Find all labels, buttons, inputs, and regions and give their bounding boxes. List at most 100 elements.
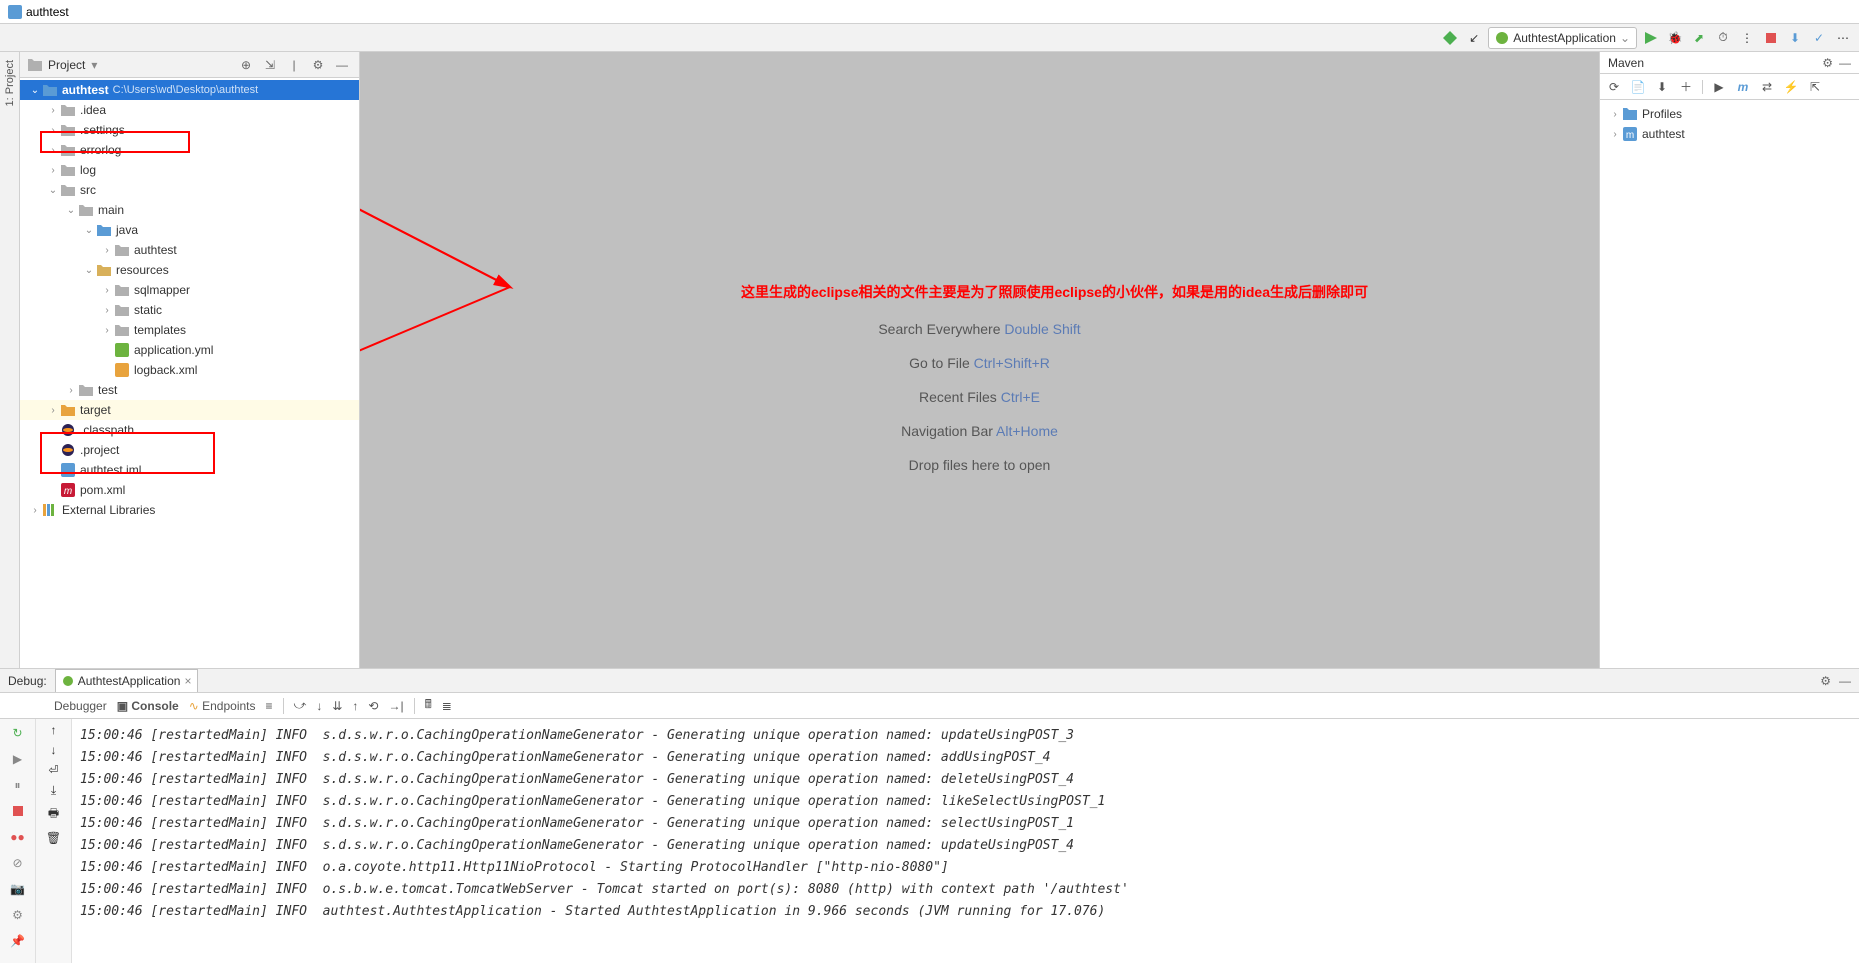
settings-icon[interactable]: ⚙ [8, 905, 28, 925]
stop-button[interactable] [1761, 28, 1781, 48]
print-icon[interactable]: 🖶 [48, 804, 59, 825]
project-folder-icon [28, 59, 42, 71]
hide-icon[interactable]: — [1839, 56, 1851, 70]
collapse-icon[interactable]: ⇱ [1807, 79, 1823, 95]
console-output[interactable]: 15:00:46 [restartedMain] INFO s.d.s.w.r.… [72, 719, 1859, 963]
tree-item-static[interactable]: ›static [20, 300, 359, 320]
debug-button[interactable]: 🐞 [1665, 28, 1685, 48]
drop-frame-icon[interactable]: ⟲ [368, 699, 378, 713]
trace-icon[interactable]: ≣ [442, 699, 452, 713]
hide-icon[interactable]: — [1839, 674, 1851, 688]
pause-icon[interactable]: ⏸ [8, 775, 28, 795]
profile-button[interactable]: ⏱ [1713, 28, 1733, 48]
target-icon[interactable]: ⊕ [237, 56, 255, 74]
tree-item-main[interactable]: ⌄main [20, 200, 359, 220]
coverage-button[interactable]: ⬈ [1689, 28, 1709, 48]
tree-item-log[interactable]: ›log [20, 160, 359, 180]
tree-item-test[interactable]: ›test [20, 380, 359, 400]
hint-navbar-kbd: Alt+Home [996, 423, 1058, 439]
git-update-button[interactable]: ⬇ [1785, 28, 1805, 48]
add-icon[interactable]: ＋ [1678, 79, 1694, 95]
toggle-icon[interactable]: ⇄ [1759, 79, 1775, 95]
m-icon[interactable]: m [1735, 79, 1751, 95]
tree-item-sqlmapper[interactable]: ›sqlmapper [20, 280, 359, 300]
console-tab[interactable]: ▣ Console [117, 699, 179, 713]
expand-icon[interactable]: ⇲ [261, 56, 279, 74]
tree-root[interactable]: ⌄authtestC:\Users\wd\Desktop\authtest [20, 80, 359, 100]
step-into-icon[interactable]: ↓ [316, 699, 322, 713]
more-button[interactable]: ⋯ [1833, 28, 1853, 48]
close-icon[interactable]: × [184, 674, 191, 688]
main-toolbar: ↙ AuthtestApplication ⌄ 🐞 ⬈ ⏱ ⋮ ⬇ ✓ ⋯ [0, 24, 1859, 52]
tree-item-resources[interactable]: ⌄resources [20, 260, 359, 280]
tree-item-target[interactable]: ›target [20, 400, 359, 420]
tree-item-application-yml[interactable]: application.yml [20, 340, 359, 360]
dots-button[interactable]: ⋮ [1737, 28, 1757, 48]
tree-item-java[interactable]: ⌄java [20, 220, 359, 240]
mute-icon[interactable]: ⊘ [8, 853, 28, 873]
gear-icon[interactable]: ⚙ [1822, 56, 1833, 70]
clear-icon[interactable]: 🗑 [46, 831, 61, 845]
step-over-icon[interactable]: ⤻ [294, 698, 307, 713]
folder-icon [114, 322, 130, 338]
tree-item-errorlog[interactable]: ›errorlog [20, 140, 359, 160]
stop-icon[interactable] [8, 801, 28, 821]
wrap-icon[interactable]: ⏎ [48, 763, 58, 777]
tree-item-authtest[interactable]: ›authtest [20, 240, 359, 260]
project-tree[interactable]: ⌄authtestC:\Users\wd\Desktop\authtest›.i… [20, 78, 359, 668]
lightning-icon[interactable]: ⚡ [1783, 79, 1799, 95]
run-config-selector[interactable]: AuthtestApplication ⌄ [1488, 27, 1637, 49]
git-commit-button[interactable]: ✓ [1809, 28, 1829, 48]
camera-icon[interactable]: 📷 [8, 879, 28, 899]
tree-item-External Libraries[interactable]: ›External Libraries [20, 500, 359, 520]
tree-item--project[interactable]: .project [20, 440, 359, 460]
up-icon[interactable]: ↑ [51, 723, 57, 737]
folder-icon [114, 242, 130, 258]
tree-item-templates[interactable]: ›templates [20, 320, 359, 340]
gear-icon[interactable]: ⚙ [309, 56, 327, 74]
hint-gotofile-kbd: Ctrl+Shift+R [974, 355, 1050, 371]
folder-blue-icon [96, 222, 112, 238]
tree-item--settings[interactable]: ›.settings [20, 120, 359, 140]
maven-icon: m [60, 482, 76, 498]
hint-recent-label: Recent Files [919, 389, 997, 405]
tree-item--idea[interactable]: ›.idea [20, 100, 359, 120]
debug-run-config-tab[interactable]: AuthtestApplication × [55, 669, 199, 692]
maven-profiles-node[interactable]: › Profiles [1600, 104, 1859, 124]
tree-item-authtest-iml[interactable]: authtest.iml [20, 460, 359, 480]
force-step-icon[interactable]: ⇊ [332, 699, 342, 713]
rerun-icon[interactable]: ↻ [8, 723, 28, 743]
eclipse-icon [60, 422, 76, 438]
reload-icon[interactable]: ⟳ [1606, 79, 1622, 95]
breakpoints-icon[interactable]: ●● [8, 827, 28, 847]
run-button[interactable] [1641, 28, 1661, 48]
tree-item-pom-xml[interactable]: mpom.xml [20, 480, 359, 500]
resume-icon[interactable]: ▶ [8, 749, 28, 769]
sync-icon[interactable]: ↙ [1464, 28, 1484, 48]
maven-tree[interactable]: › Profiles › m authtest [1600, 100, 1859, 668]
debug-tab-bar: Debug: AuthtestApplication × ⚙ — [0, 669, 1859, 693]
download-icon[interactable]: ⬇ [1654, 79, 1670, 95]
gear-icon[interactable]: ⚙ [1820, 674, 1831, 688]
tree-item-src[interactable]: ⌄src [20, 180, 359, 200]
pin-icon[interactable]: 📌 [8, 931, 28, 951]
endpoints-tab[interactable]: ∿ Endpoints [189, 699, 256, 713]
debug-panel: Debug: AuthtestApplication × ⚙ — Debugge… [0, 668, 1859, 963]
run-to-cursor-icon[interactable]: →| [388, 699, 403, 713]
tree-item-logback-xml[interactable]: logback.xml [20, 360, 359, 380]
threads-icon[interactable]: ≡ [266, 699, 273, 713]
evaluate-icon[interactable]: 🖩 [425, 695, 432, 716]
project-panel: Project ▾ ⊕ ⇲ | ⚙ — ⌄authtestC:\Users\wd… [20, 52, 360, 668]
down-icon[interactable]: ↓ [51, 743, 57, 757]
dropdown-icon[interactable]: ▾ [91, 58, 97, 72]
gutter-project-label[interactable]: 1: Project [4, 56, 16, 110]
run-maven-icon[interactable]: ▶ [1711, 79, 1727, 95]
debugger-tab[interactable]: Debugger [54, 699, 107, 713]
hide-icon[interactable]: — [333, 56, 351, 74]
step-out-icon[interactable]: ↑ [352, 699, 358, 713]
maven-project-node[interactable]: › m authtest [1600, 124, 1859, 144]
scroll-icon[interactable]: ⤓ [51, 783, 56, 798]
generate-icon[interactable]: 📄 [1630, 79, 1646, 95]
tree-item--classpath[interactable]: .classpath [20, 420, 359, 440]
build-icon[interactable] [1440, 28, 1460, 48]
